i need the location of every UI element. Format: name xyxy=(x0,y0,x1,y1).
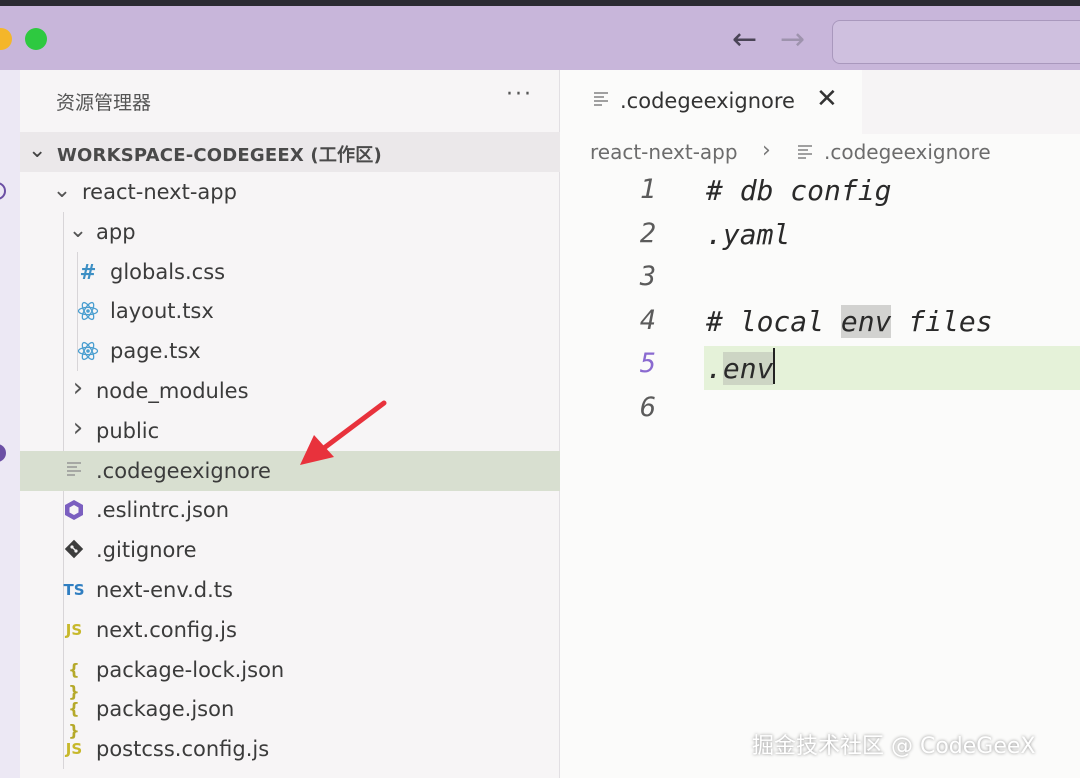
react-icon xyxy=(76,340,100,362)
code-line: 3 xyxy=(560,259,1080,303)
tree-item[interactable]: .eslintrc.json xyxy=(20,490,560,530)
code-line: 1 # db config xyxy=(560,172,1080,216)
command-center-search[interactable] xyxy=(832,20,1080,64)
workspace-header[interactable]: ⌄ WORKSPACE-CODEGEEX (工作区) xyxy=(20,132,560,172)
explorer-title: 资源管理器 xyxy=(56,92,152,114)
line-number: 3 xyxy=(639,261,657,292)
tab-label: .codegeexignore xyxy=(620,89,795,113)
tree-item[interactable]: ⌄ app xyxy=(20,212,560,252)
tree-item-label: next.config.js xyxy=(96,617,237,642)
code-text: .env xyxy=(706,348,776,385)
tree-item[interactable]: layout.tsx xyxy=(20,291,560,331)
activity-bar-icon[interactable] xyxy=(0,182,6,200)
back-arrow-icon[interactable]: ← xyxy=(732,20,757,60)
activity-bar-icon[interactable] xyxy=(0,444,6,462)
tree-item-label: globals.css xyxy=(110,259,226,284)
line-number: 4 xyxy=(639,304,657,336)
code-text: # db config xyxy=(706,174,892,207)
code-token: files xyxy=(891,304,993,338)
tree-item-label: layout.tsx xyxy=(110,299,214,324)
word-highlight: env xyxy=(840,304,892,338)
word-highlight: env xyxy=(722,352,774,385)
chevron-down-icon: ⌄ xyxy=(68,217,88,243)
chevron-right-icon: › xyxy=(72,412,84,443)
javascript-icon: JS xyxy=(65,620,83,639)
tree-item[interactable]: page.tsx xyxy=(20,331,560,371)
tree-item-label: react-next-app xyxy=(82,180,237,204)
chevron-right-icon: › xyxy=(762,138,771,163)
breadcrumb-folder[interactable]: react-next-app xyxy=(590,140,738,164)
tree-item[interactable]: JS next.config.js xyxy=(20,610,560,650)
json-braces-icon: { } xyxy=(68,659,80,701)
line-number: 2 xyxy=(639,217,657,249)
text-lines-icon xyxy=(62,460,86,482)
text-lines-icon xyxy=(592,90,610,112)
breadcrumb-file[interactable]: .codegeexignore xyxy=(824,140,991,164)
tree-item[interactable]: # globals.css xyxy=(20,252,560,292)
text-lines-icon xyxy=(796,142,814,166)
line-number: 6 xyxy=(639,391,657,423)
tab-codegeexignore[interactable]: .codegeexignore ✕ xyxy=(560,70,862,134)
tree-item-label: package-lock.json xyxy=(96,657,285,682)
eslint-icon xyxy=(62,499,86,521)
code-token: . xyxy=(706,352,723,385)
chevron-down-icon: ⌄ xyxy=(52,178,72,203)
code-token: # local xyxy=(706,304,841,338)
code-text: .yaml xyxy=(706,217,791,251)
git-icon xyxy=(62,539,86,561)
react-icon xyxy=(76,300,100,322)
typescript-icon: TS xyxy=(63,581,85,599)
tree-item-label: .codegeexignore xyxy=(96,458,271,483)
text-cursor xyxy=(773,348,776,384)
title-bar: ← → xyxy=(0,0,1080,70)
red-arrow-annotation xyxy=(300,400,387,465)
tree-item-label: package.json xyxy=(96,697,235,722)
tree-item[interactable]: { } package-lock.json xyxy=(20,650,560,701)
javascript-icon: JS xyxy=(65,740,83,759)
zoom-button[interactable] xyxy=(25,28,47,50)
code-line: 6 xyxy=(560,390,1080,434)
tree-item-label: node_modules xyxy=(96,379,249,403)
chevron-right-icon: › xyxy=(72,373,84,403)
line-number: 1 xyxy=(639,174,657,205)
tree-item-label: .eslintrc.json xyxy=(96,498,230,523)
chevron-down-icon: ⌄ xyxy=(28,138,47,163)
tree-item-label: app xyxy=(96,219,136,244)
tree-item[interactable]: TS next-env.d.ts xyxy=(20,570,560,610)
line-number: 5 xyxy=(639,348,657,379)
ellipsis-icon[interactable]: ··· xyxy=(506,82,533,107)
editor-area: .codegeexignore ✕ react-next-app › .code… xyxy=(560,70,1080,778)
forward-arrow-icon[interactable]: → xyxy=(780,20,805,60)
tree-item[interactable]: .gitignore xyxy=(20,530,560,570)
workspace-label: WORKSPACE-CODEGEEX (工作区) xyxy=(57,145,382,166)
tree-item-label: postcss.config.js xyxy=(96,737,270,762)
minimize-button[interactable] xyxy=(0,28,12,50)
code-line: 5 .env xyxy=(560,346,1080,390)
tree-item[interactable]: ⌄ react-next-app xyxy=(20,172,560,212)
tree-item[interactable]: { } package.json xyxy=(20,689,560,741)
activity-bar xyxy=(0,70,20,778)
tree-item-label: .gitignore xyxy=(96,538,197,563)
code-line: 4 # local env files xyxy=(560,303,1080,347)
watermark: 掘金技术社区 @ CodeGeeX xyxy=(752,734,1036,759)
tree-item-label: public xyxy=(96,418,160,443)
tree-item-label: next-env.d.ts xyxy=(96,578,233,602)
close-icon[interactable]: ✕ xyxy=(816,84,838,114)
tree-item[interactable]: JS postcss.config.js xyxy=(20,729,560,769)
tree-item-label: page.tsx xyxy=(110,339,201,364)
tab-bar: .codegeexignore ✕ xyxy=(560,70,1080,134)
code-line: 2 .yaml xyxy=(560,216,1080,260)
css-hash-icon: # xyxy=(79,259,97,284)
code-text: # local env files xyxy=(706,304,993,338)
json-braces-icon: { } xyxy=(68,699,80,741)
